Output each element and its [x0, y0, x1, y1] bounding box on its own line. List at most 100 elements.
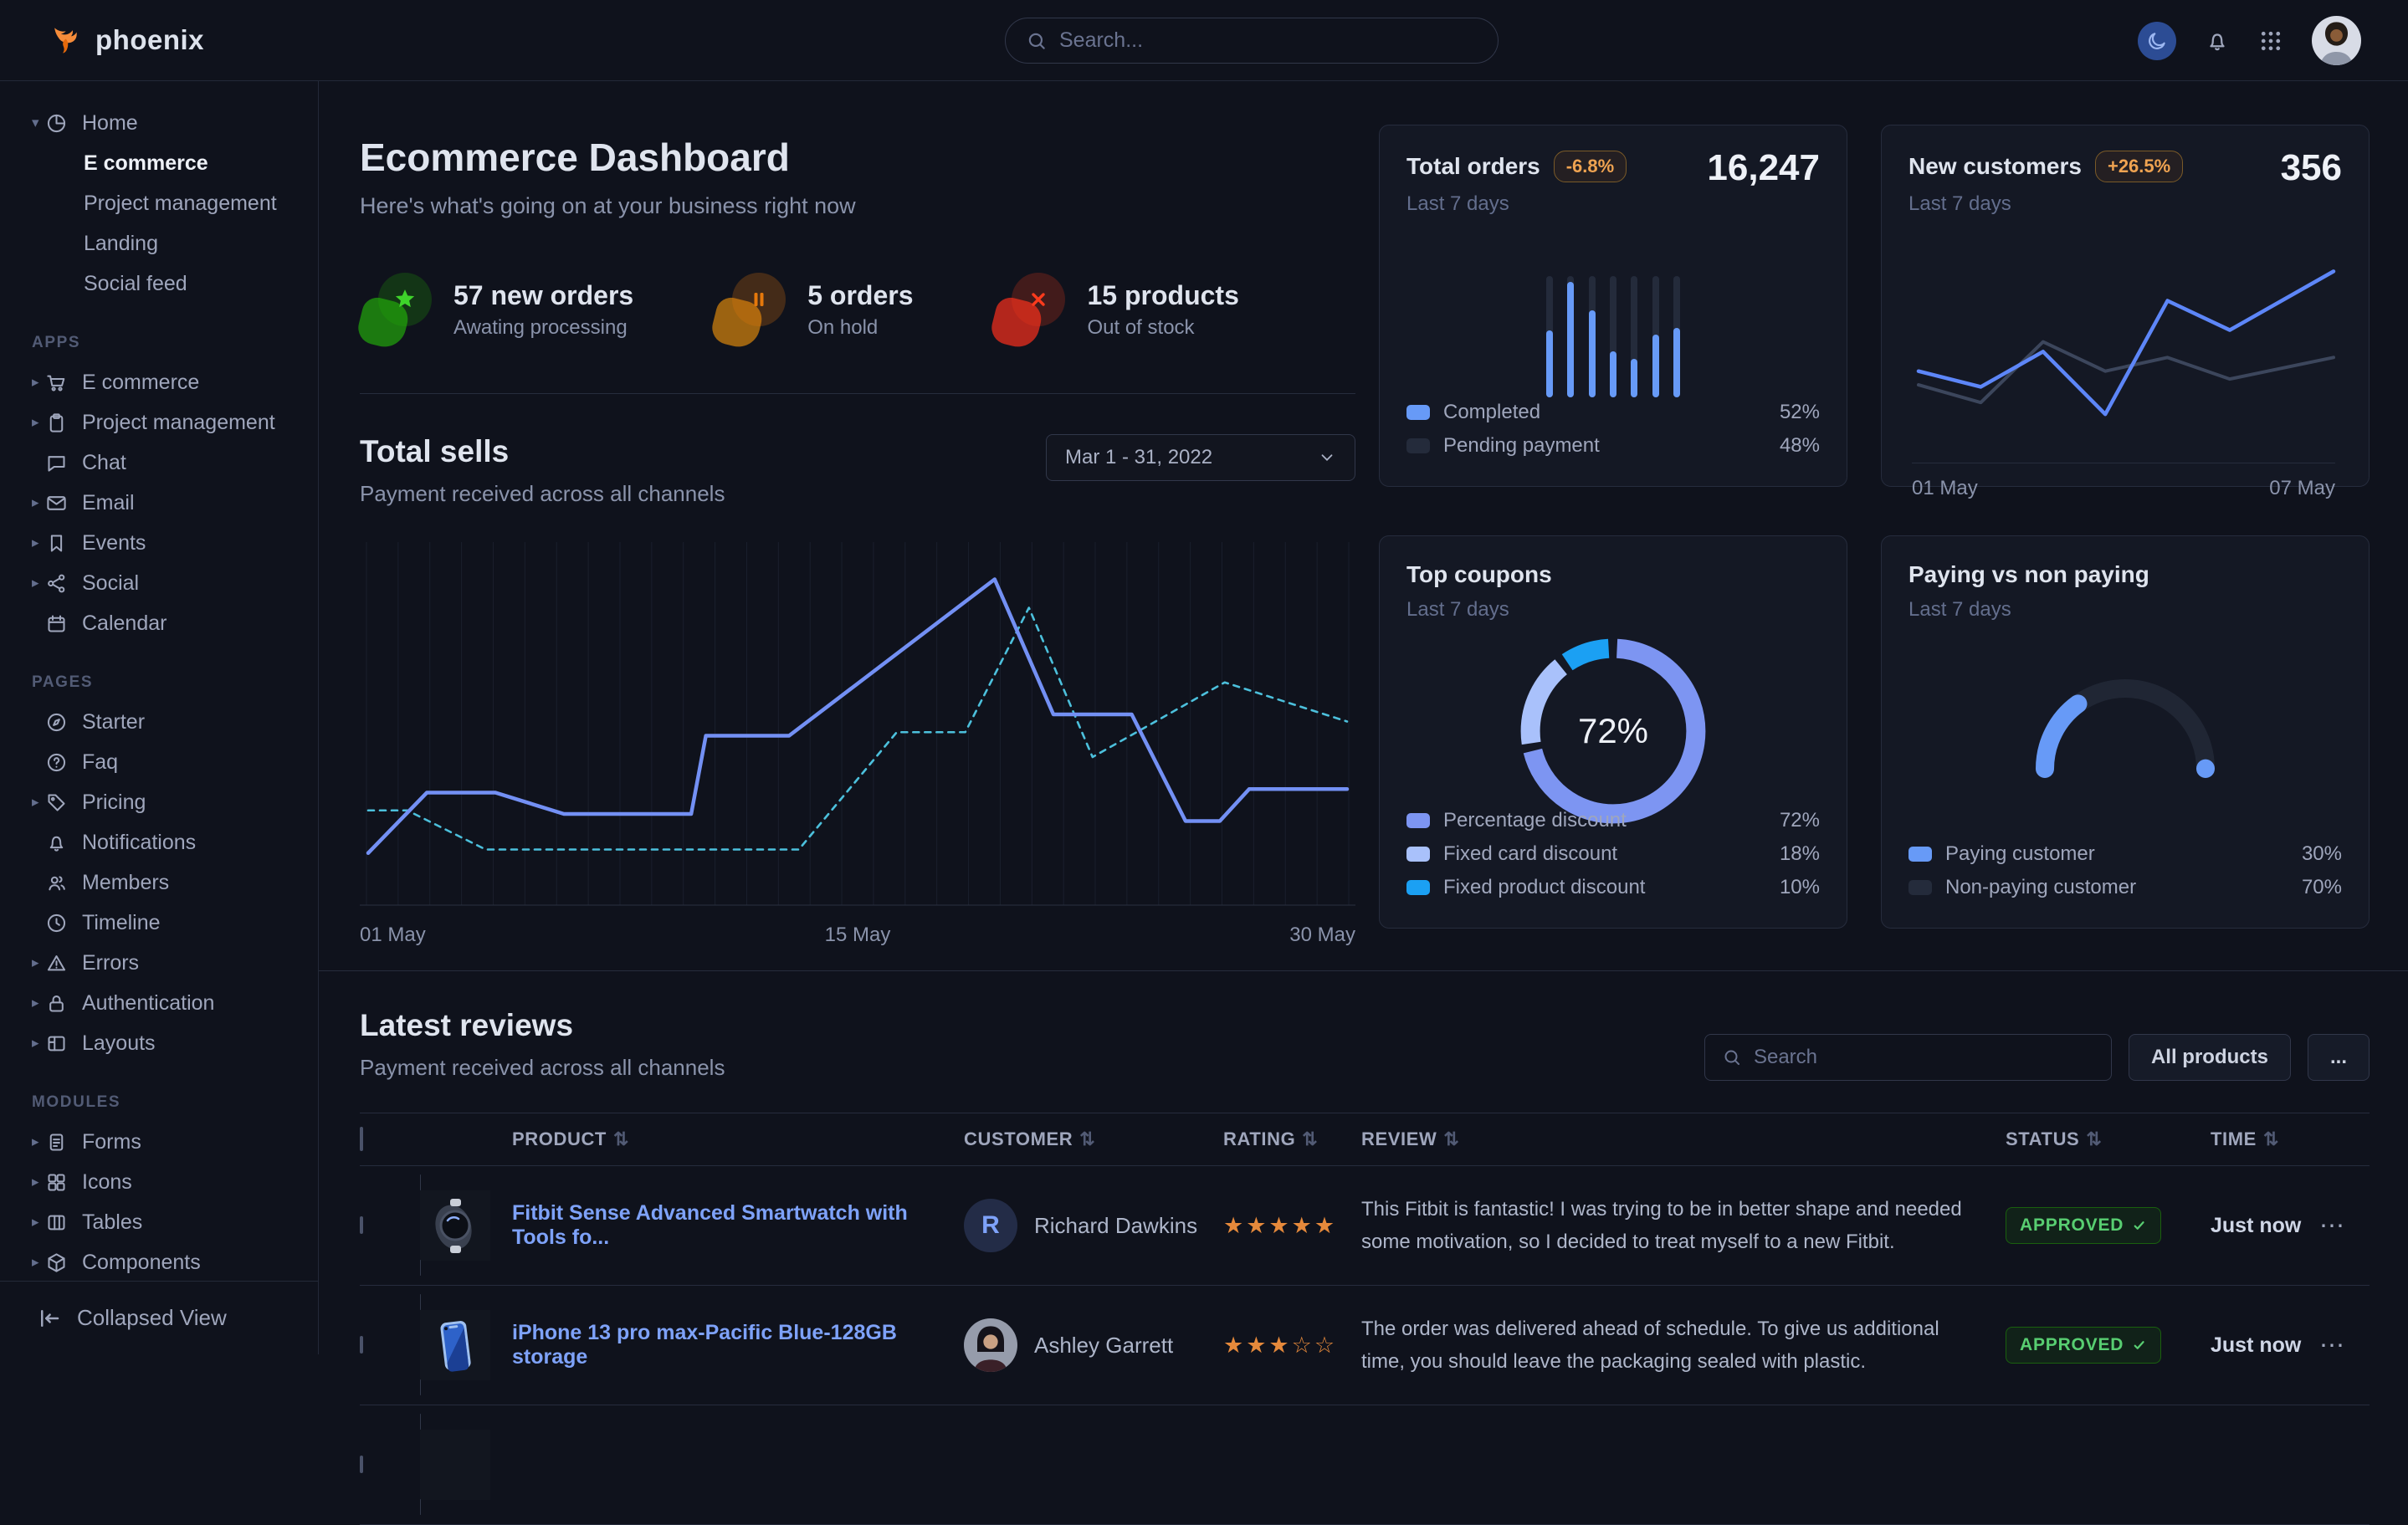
sidebar-item-timeline[interactable]: Timeline: [0, 903, 318, 943]
sidebar-item-faq[interactable]: Faq: [0, 742, 318, 782]
collapsed-view-toggle[interactable]: Collapsed View: [0, 1281, 318, 1354]
sidebar-item-notifications[interactable]: Notifications: [0, 822, 318, 862]
warning-triangle-icon: [44, 952, 82, 975]
row-checkbox[interactable]: [360, 1456, 363, 1473]
search-input[interactable]: [1059, 28, 1478, 53]
legend-item: Pending payment48%: [1406, 429, 1820, 463]
sidebar-item-authentication[interactable]: ▸Authentication: [0, 983, 318, 1023]
sidebar-item-icons[interactable]: ▸ Icons: [0, 1162, 318, 1202]
sidebar-item-project-management[interactable]: Project management: [0, 183, 318, 223]
product-thumbnail[interactable]: [420, 1174, 512, 1276]
stat-text: 5 ordersOn hold: [807, 280, 913, 340]
caret-right-icon: ▸: [32, 374, 44, 391]
table-more-button[interactable]: ...: [2308, 1034, 2370, 1081]
sort-icon: ⇅: [1443, 1128, 1459, 1150]
sidebar-item-pricing[interactable]: ▸ Pricing: [0, 782, 318, 822]
row-more-button[interactable]: ⋯: [2319, 1332, 2346, 1359]
sidebar-item-email[interactable]: ▸Email: [0, 483, 318, 523]
bar-fill: [1567, 282, 1574, 397]
bar-fill: [1546, 330, 1553, 397]
row-checkbox[interactable]: [360, 1216, 363, 1234]
sidebar-item-social-feed[interactable]: Social feed: [0, 264, 318, 304]
sidebar-item-e-commerce[interactable]: E commerce: [0, 143, 318, 183]
global-search[interactable]: [1005, 18, 1499, 64]
sidebar-item-layouts[interactable]: ▸Layouts: [0, 1023, 318, 1063]
total-orders-value: 16,247: [1707, 147, 1820, 189]
caret-right-icon: ▸: [32, 414, 44, 431]
all-products-button[interactable]: All products: [2129, 1034, 2291, 1081]
caret-right-icon: ▸: [32, 794, 44, 811]
bar-fill: [1589, 310, 1596, 397]
sidebar-item-landing[interactable]: Landing: [0, 223, 318, 264]
stat-count: 15 products: [1087, 280, 1238, 311]
search-icon: [1026, 30, 1048, 52]
collapse-arrow-icon: [37, 1306, 62, 1331]
bar-fill: [1631, 359, 1637, 397]
column-header-customer[interactable]: CUSTOMER⇅: [964, 1128, 1223, 1150]
sidebar-item-label: Tables: [82, 1210, 142, 1235]
envelope-icon: [44, 492, 82, 514]
product-link[interactable]: [512, 1453, 537, 1476]
column-header-product[interactable]: PRODUCT⇅: [512, 1128, 964, 1150]
date-range-select[interactable]: Mar 1 - 31, 2022: [1046, 434, 1355, 481]
sidebar-item-tables[interactable]: ▸Tables: [0, 1202, 318, 1242]
sidebar-item-label: Starter: [82, 710, 145, 734]
sidebar-item-label: Forms: [82, 1130, 141, 1154]
stat-count: 57 new orders: [453, 280, 633, 311]
caret-right-icon: ▸: [32, 1174, 44, 1190]
sidebar-item-social[interactable]: ▸ Social: [0, 563, 318, 603]
column-header-review[interactable]: REVIEW⇅: [1361, 1128, 2006, 1150]
new-customers-badge: +26.5%: [2095, 151, 2183, 182]
row-more-button[interactable]: ⋯: [2319, 1212, 2346, 1240]
page-subtitle: Here's what's going on at your business …: [360, 193, 1355, 219]
reviews-search-input[interactable]: [1754, 1046, 2094, 1069]
sidebar-item-events[interactable]: ▸Events: [0, 523, 318, 563]
bar-column: [1652, 276, 1659, 397]
reviews-search[interactable]: [1704, 1034, 2112, 1081]
column-header-status[interactable]: STATUS⇅: [2006, 1128, 2211, 1150]
sidebar-item-components[interactable]: ▸Components: [0, 1242, 318, 1282]
customer-avatar[interactable]: [964, 1318, 1017, 1372]
sidebar-item-members[interactable]: Members: [0, 862, 318, 903]
product-link[interactable]: Fitbit Sense Advanced Smartwatch with To…: [512, 1201, 908, 1249]
legend-label: Fixed product discount: [1443, 876, 1645, 899]
sidebar-item-starter[interactable]: Starter: [0, 702, 318, 742]
notifications-bell-icon[interactable]: [2205, 28, 2230, 54]
theme-toggle-moon-icon[interactable]: [2138, 22, 2176, 60]
main-content: Ecommerce Dashboard Here's what's going …: [319, 81, 2408, 1525]
pie-chart-icon: [44, 112, 82, 135]
column-header-time[interactable]: TIME⇅: [2211, 1128, 2319, 1150]
status-badge: APPROVED: [2006, 1207, 2161, 1244]
product-thumbnail[interactable]: [420, 1414, 512, 1515]
sidebar-item-project-management[interactable]: ▸Project management: [0, 402, 318, 443]
caret-right-icon: ▸: [32, 575, 44, 591]
select-all-checkbox[interactable]: [360, 1127, 363, 1151]
sidebar-item-e-commerce[interactable]: ▸E commerce: [0, 362, 318, 402]
legend-label: Completed: [1443, 401, 1540, 424]
column-header-rating[interactable]: RATING⇅: [1223, 1128, 1361, 1150]
sidebar-item-label: Pricing: [82, 791, 146, 815]
sidebar-item-label: Social: [82, 571, 139, 596]
customer-avatar[interactable]: R: [964, 1199, 1017, 1252]
apps-grid-icon[interactable]: [2258, 28, 2283, 54]
legend-item: Fixed product discount 10%: [1406, 871, 1820, 904]
sidebar-item-label: Components: [82, 1251, 201, 1275]
legend-item: Percentage discount72%: [1406, 804, 1820, 837]
brand-logo[interactable]: phoenix: [47, 22, 204, 59]
question-circle-icon: [44, 751, 82, 774]
calendar-icon: [44, 612, 82, 635]
product-thumbnail[interactable]: [420, 1294, 512, 1395]
shopping-cart-icon: [44, 371, 82, 394]
sidebar: ▾ Home E commerceProject managementLandi…: [0, 81, 319, 1354]
legend-value: 10%: [1780, 876, 1820, 899]
sidebar-item-label: Icons: [82, 1170, 132, 1195]
sidebar-item-calendar[interactable]: Calendar: [0, 603, 318, 643]
legend-label: Fixed card discount: [1443, 842, 1617, 866]
row-checkbox[interactable]: [360, 1336, 363, 1354]
sidebar-item-home[interactable]: ▾ Home: [0, 103, 318, 143]
sidebar-item-errors[interactable]: ▸Errors: [0, 943, 318, 983]
product-link[interactable]: iPhone 13 pro max-Pacific Blue-128GB sto…: [512, 1321, 897, 1369]
sidebar-item-forms[interactable]: ▸Forms: [0, 1122, 318, 1162]
user-avatar[interactable]: [2312, 16, 2361, 65]
sidebar-item-chat[interactable]: Chat: [0, 443, 318, 483]
